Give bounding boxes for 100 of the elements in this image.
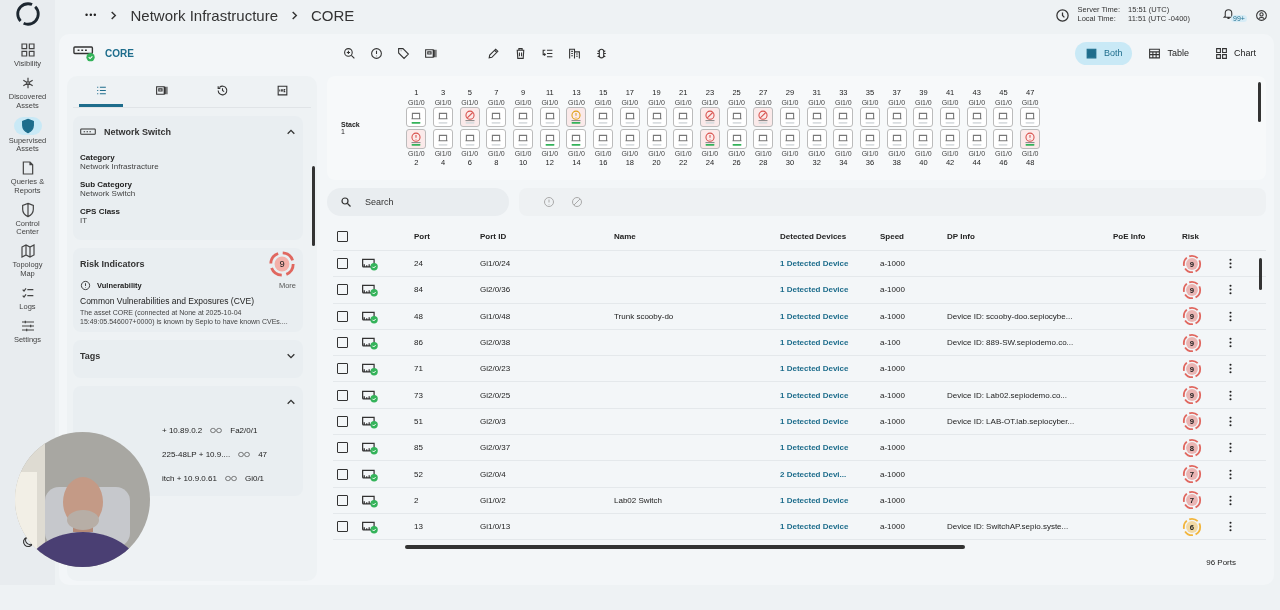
port-icon[interactable] (779, 107, 800, 127)
view-toggle[interactable]: Chart (1205, 41, 1266, 65)
row-checkbox[interactable] (337, 521, 348, 533)
detected-devices-link[interactable]: 1 Detected Device (780, 495, 849, 505)
port-icon[interactable] (860, 107, 881, 127)
select-all-checkbox[interactable] (337, 230, 348, 242)
port-icon[interactable] (993, 107, 1014, 127)
port-icon[interactable] (753, 129, 774, 149)
detected-devices-link[interactable]: 1 Detected Device (780, 390, 849, 400)
connected-device[interactable]: itch + 10.9.0.61 (162, 473, 217, 483)
more-menu-icon[interactable] (1229, 442, 1232, 454)
port-icon[interactable] (833, 129, 854, 149)
alert-icon[interactable] (370, 46, 383, 60)
row-checkbox[interactable] (337, 442, 348, 454)
port-icon[interactable] (646, 107, 667, 127)
port-icon[interactable] (673, 107, 694, 127)
port-icon[interactable] (966, 129, 987, 149)
port-icon[interactable] (726, 129, 747, 149)
breadcrumb-item[interactable]: CORE (311, 6, 355, 24)
port-icon[interactable] (833, 107, 854, 127)
more-menu-icon[interactable] (1229, 468, 1232, 480)
port-icon[interactable] (779, 129, 800, 149)
port-icon[interactable] (699, 107, 720, 127)
tag-icon[interactable] (397, 46, 410, 60)
row-checkbox[interactable] (337, 284, 348, 296)
column-header[interactable]: PoE Info (1104, 231, 1173, 241)
detected-devices-link[interactable]: 1 Detected Device (780, 522, 849, 532)
scrollbar[interactable] (312, 166, 315, 246)
port-icon[interactable] (1020, 129, 1041, 149)
port-icon[interactable] (619, 129, 640, 149)
view-toggle[interactable]: Table (1138, 41, 1199, 65)
port-icon[interactable] (886, 107, 907, 127)
port-icon[interactable] (913, 107, 934, 127)
building-icon[interactable] (568, 46, 581, 60)
port-icon[interactable] (806, 107, 827, 127)
column-header[interactable]: Port ID (471, 231, 605, 241)
column-header[interactable]: Speed (871, 231, 938, 241)
port-icon[interactable] (593, 107, 614, 127)
detected-devices-link[interactable]: 1 Detected Device (780, 364, 849, 374)
port-icon[interactable] (860, 129, 881, 149)
trash-icon[interactable] (514, 46, 527, 60)
port-icon[interactable] (593, 129, 614, 149)
port-icon[interactable] (646, 129, 667, 149)
port-icon[interactable] (539, 107, 560, 127)
port-icon[interactable] (619, 107, 640, 127)
port-icon[interactable] (566, 107, 587, 127)
row-checkbox[interactable] (337, 310, 348, 322)
scrollbar[interactable] (1259, 258, 1262, 290)
breadcrumb-item[interactable]: Network Infrastructure (130, 6, 278, 24)
bug-icon[interactable] (595, 46, 608, 60)
zoom-icon[interactable] (343, 46, 356, 60)
port-icon[interactable] (699, 129, 720, 149)
port-icon[interactable] (513, 107, 534, 127)
detected-devices-link[interactable]: 2 Detected Devi... (780, 469, 847, 479)
more-menu-icon[interactable] (1229, 415, 1232, 427)
port-icon[interactable] (433, 129, 454, 149)
port-icon[interactable] (433, 107, 454, 127)
detected-devices-link[interactable]: 1 Detected Device (780, 259, 849, 269)
more-menu-icon[interactable] (1229, 258, 1232, 270)
search-field[interactable]: Search (327, 188, 509, 216)
port-icon[interactable] (486, 129, 507, 149)
more-menu-icon[interactable] (1229, 494, 1232, 506)
row-checkbox[interactable] (337, 494, 348, 506)
column-header[interactable]: Risk (1173, 231, 1220, 241)
port-icon[interactable] (753, 107, 774, 127)
port-icon[interactable] (566, 129, 587, 149)
more-menu-icon[interactable] (1229, 337, 1232, 349)
port-icon[interactable] (486, 107, 507, 127)
detected-devices-link[interactable]: 1 Detected Device (780, 285, 849, 295)
column-header[interactable]: Name (605, 231, 771, 241)
user-icon[interactable] (1255, 8, 1268, 22)
column-header[interactable]: DP Info (938, 231, 1104, 241)
more-menu-icon[interactable] (1229, 310, 1232, 322)
connected-device[interactable]: 225-48LP + 10.9.... (162, 449, 231, 459)
port-icon[interactable] (513, 129, 534, 149)
more-menu-icon[interactable] (1229, 363, 1232, 375)
more-menu-icon[interactable] (1229, 389, 1232, 401)
port-icon[interactable] (459, 129, 480, 149)
row-checkbox[interactable] (337, 468, 348, 480)
view-toggle[interactable]: Both (1074, 41, 1133, 65)
row-checkbox[interactable] (337, 363, 348, 375)
detected-devices-link[interactable]: 1 Detected Device (780, 338, 849, 348)
port-icon[interactable] (726, 107, 747, 127)
row-checkbox[interactable] (337, 337, 348, 349)
port-icon[interactable] (806, 129, 827, 149)
logo[interactable] (13, 0, 42, 28)
bell-icon[interactable] (1222, 7, 1235, 20)
id-card-icon[interactable] (424, 46, 437, 60)
column-header[interactable]: Port (405, 231, 471, 241)
row-checkbox[interactable] (337, 258, 348, 270)
collapse-icon[interactable] (286, 127, 296, 137)
detected-devices-link[interactable]: 1 Detected Device (780, 443, 849, 453)
moon-icon[interactable] (20, 535, 35, 549)
breadcrumb-more[interactable]: ••• (85, 10, 98, 20)
port-icon[interactable] (1020, 107, 1041, 127)
port-icon[interactable] (459, 107, 480, 127)
port-icon[interactable] (966, 107, 987, 127)
port-icon[interactable] (913, 129, 934, 149)
port-icon[interactable] (993, 129, 1014, 149)
edit-icon[interactable] (487, 46, 500, 60)
